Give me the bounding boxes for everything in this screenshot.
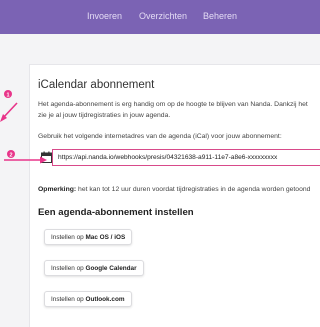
intro-text-line-2: zie je al jouw tijdregistraties in jouw …: [38, 112, 171, 119]
annotation-marker-2: 2: [7, 150, 15, 158]
button-label-prefix: Instellen op: [51, 265, 86, 272]
svg-text:2: 2: [9, 152, 12, 158]
nav-link-beheren[interactable]: Beheren: [203, 11, 237, 21]
button-label-platform: Mac OS / iOS: [85, 234, 126, 241]
button-label-platform: Outlook.com: [85, 296, 125, 303]
intro-text-line-1: Het agenda-abonnement is erg handig om o…: [38, 101, 308, 108]
svg-text:1: 1: [6, 92, 9, 98]
note-text: Opmerking: het kan tot 12 uur duren voor…: [38, 186, 310, 193]
url-instruction: Gebruik het volgende internetadres van d…: [38, 133, 282, 140]
ical-url-field[interactable]: https://api.nanda.io/webhooks/presis/043…: [52, 149, 320, 166]
top-navbar: Invoeren Overzichten Beheren: [0, 0, 320, 34]
setup-macos-ios-button[interactable]: Instellen op Mac OS / iOS: [44, 229, 133, 245]
annotation-marker-1: 1: [4, 90, 12, 98]
setup-heading: Een agenda-abonnement instellen: [38, 207, 194, 218]
section-title: iCalendar abonnement: [38, 79, 155, 91]
button-label-prefix: Instellen op: [51, 296, 86, 303]
annotation-arrow-1: [0, 102, 18, 122]
setup-google-calendar-button[interactable]: Instellen op Google Calendar: [44, 260, 144, 276]
button-label-platform: Google Calendar: [85, 265, 137, 272]
ical-url-value: https://api.nanda.io/webhooks/presis/043…: [58, 154, 278, 161]
button-label-prefix: Instellen op: [51, 234, 86, 241]
calendar-icon: [41, 151, 52, 163]
nav-link-invoeren[interactable]: Invoeren: [87, 11, 122, 21]
note-body: het kan tot 12 uur duren voordat tijdreg…: [76, 186, 311, 193]
nav-link-overzichten[interactable]: Overzichten: [139, 11, 187, 21]
note-label: Opmerking:: [38, 186, 77, 193]
setup-outlook-button[interactable]: Instellen op Outlook.com: [44, 291, 132, 307]
